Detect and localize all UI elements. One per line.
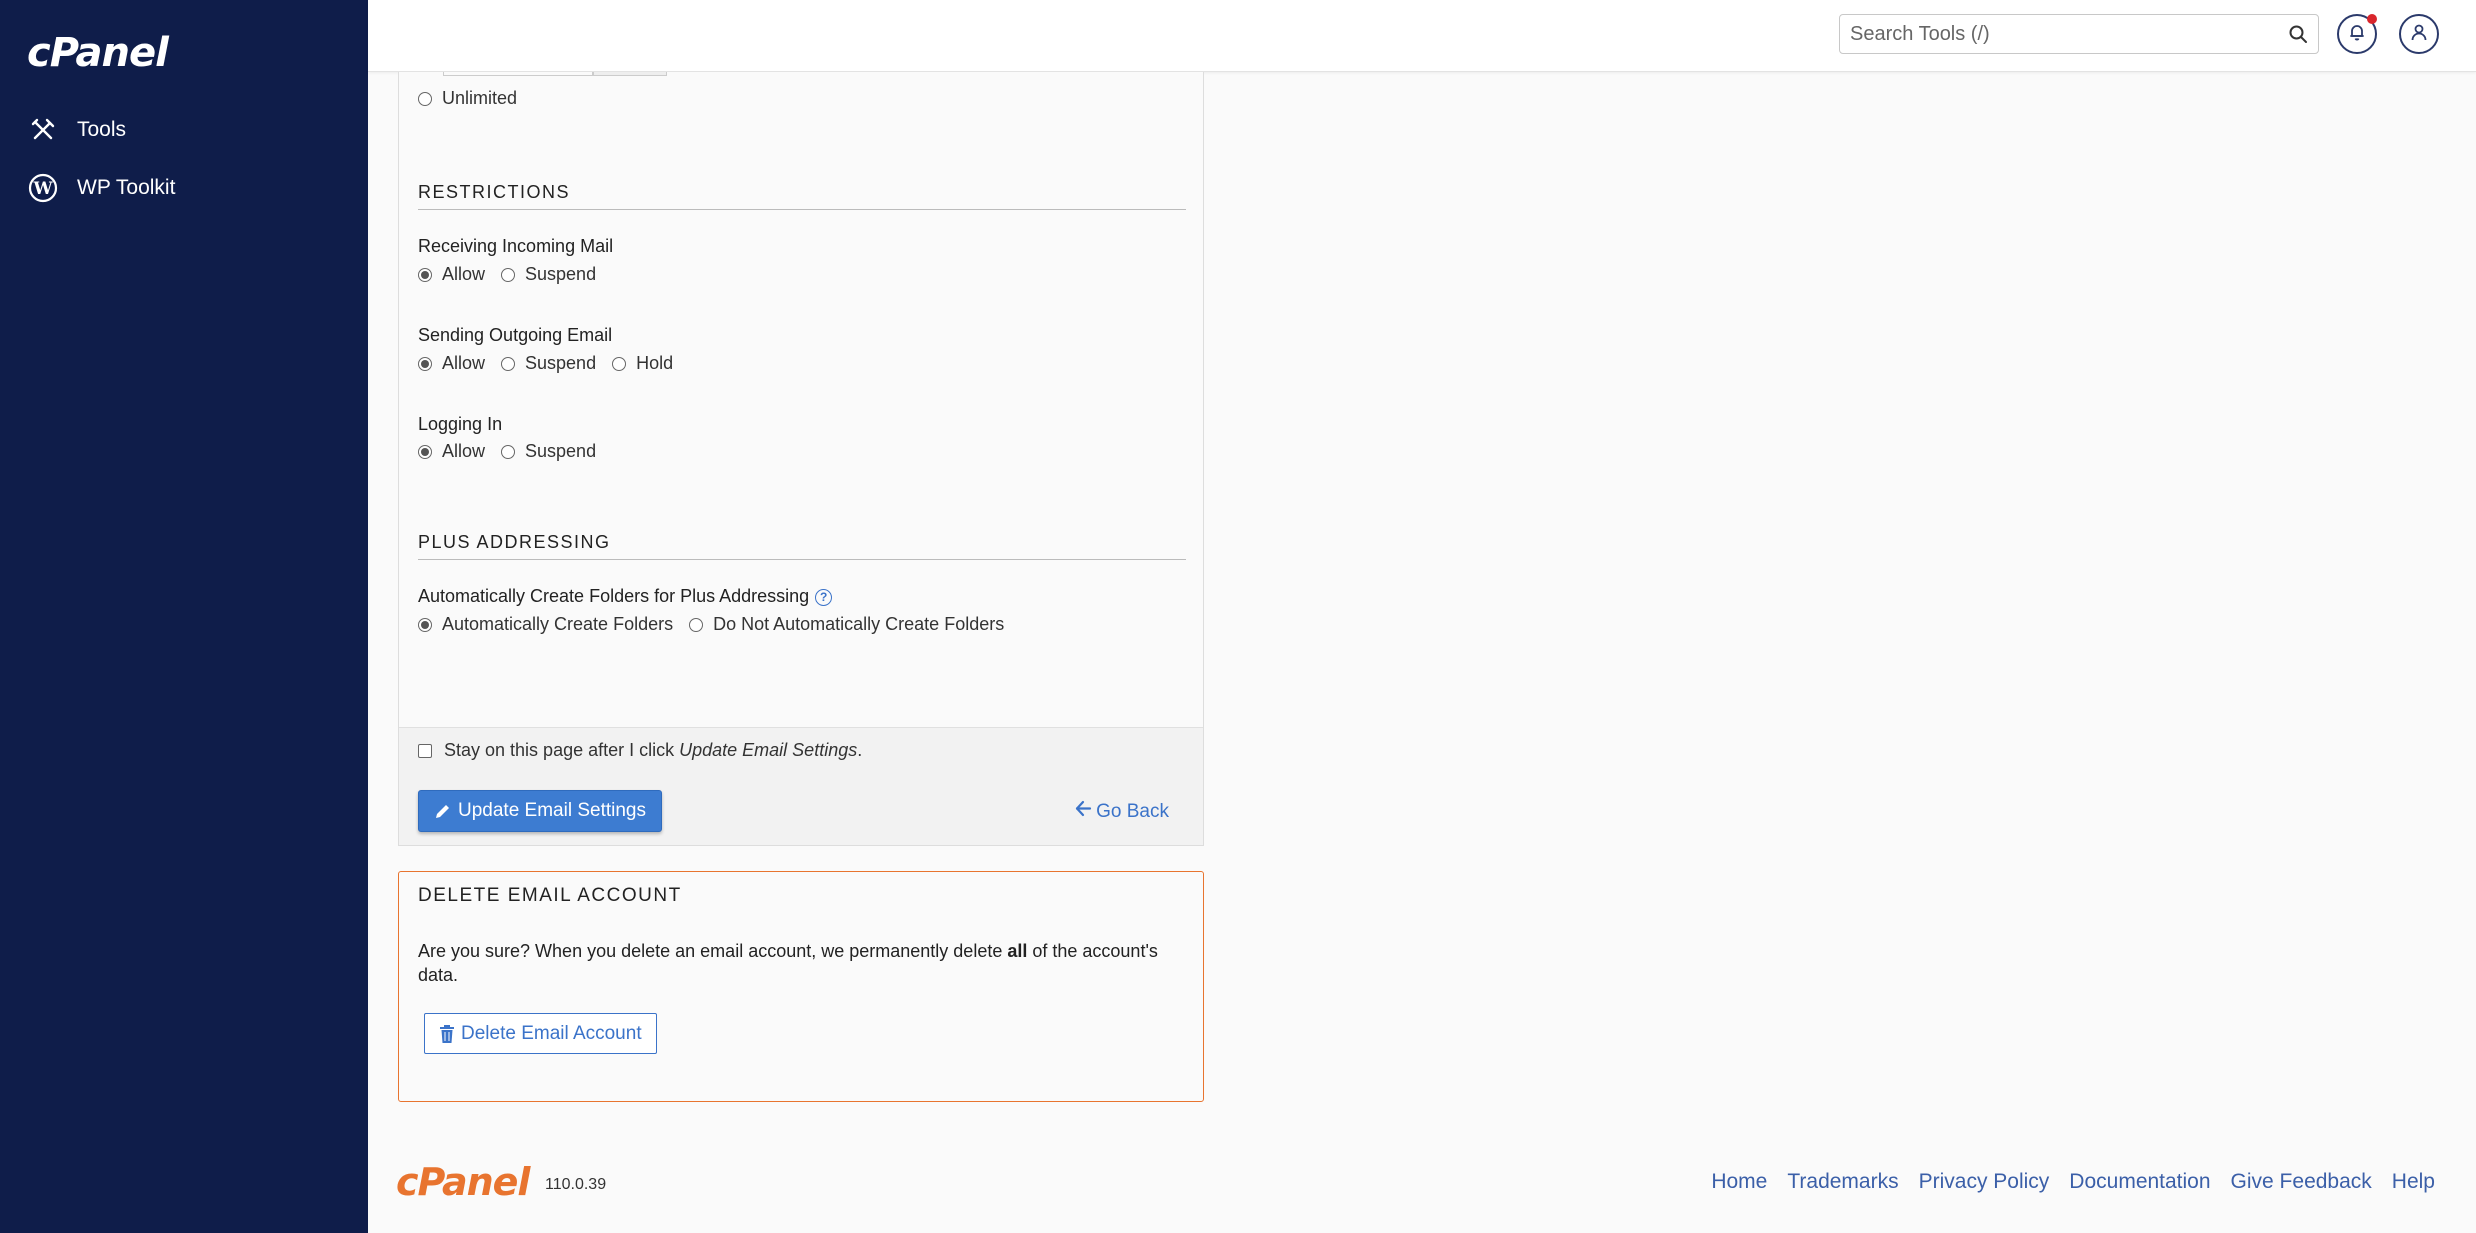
user-icon — [2410, 23, 2428, 46]
wordpress-icon: W — [27, 172, 59, 204]
plus-addressing-heading: PLUS ADDRESSING — [418, 532, 1186, 560]
top-header — [368, 0, 2476, 72]
no-auto-create-folders-radio[interactable]: Do Not Automatically Create Folders — [689, 614, 1004, 635]
sidebar-item-label: Tools — [77, 118, 127, 141]
cpanel-logo[interactable]: cPanel — [27, 30, 169, 76]
arrow-left-icon — [1075, 800, 1092, 823]
footer-links: Home Trademarks Privacy Policy Documenta… — [1691, 1170, 2435, 1194]
login-allow-radio[interactable]: Allow — [418, 441, 485, 462]
unlimited-radio[interactable]: Unlimited — [418, 88, 517, 109]
sending-email-options: Allow Suspend Hold — [418, 353, 689, 374]
notifications-button[interactable] — [2337, 14, 2377, 54]
version-number: 110.0.39 — [545, 1176, 607, 1193]
footer-link-help[interactable]: Help — [2392, 1170, 2435, 1194]
search-icon[interactable] — [2288, 24, 2308, 49]
notification-badge — [2367, 14, 2377, 24]
receiving-allow-radio[interactable]: Allow — [418, 264, 485, 285]
go-back-link[interactable]: Go Back — [1075, 800, 1169, 823]
bell-icon — [2348, 23, 2366, 46]
quota-unit-addon — [593, 72, 667, 76]
sidebar-item-wp-toolkit[interactable]: W WP Toolkit — [27, 166, 175, 210]
footer-link-give-feedback[interactable]: Give Feedback — [2231, 1170, 2372, 1194]
footer-link-privacy-policy[interactable]: Privacy Policy — [1919, 1170, 2050, 1194]
stay-on-page-option[interactable]: Stay on this page after I click Update E… — [418, 740, 862, 761]
logging-in-label: Logging In — [418, 414, 503, 434]
quota-unlimited-row: Unlimited — [418, 88, 533, 109]
receiving-suspend-radio[interactable]: Suspend — [501, 264, 596, 285]
logging-in-options: Allow Suspend — [418, 441, 612, 462]
sending-suspend-radio[interactable]: Suspend — [501, 353, 596, 374]
receiving-mail-label: Receiving Incoming Mail — [418, 236, 614, 256]
help-icon[interactable]: ? — [815, 588, 833, 606]
stay-on-page-label: Stay on this page after I click Update E… — [444, 740, 863, 760]
sending-allow-radio[interactable]: Allow — [418, 353, 485, 374]
email-settings-panel: Unlimited RESTRICTIONS Receiving Incomin… — [398, 72, 1204, 846]
sidebar-item-tools[interactable]: Tools — [27, 108, 126, 152]
footer-link-trademarks[interactable]: Trademarks — [1787, 1170, 1898, 1194]
restrictions-heading: RESTRICTIONS — [418, 182, 1186, 210]
footer-cpanel-logo[interactable]: cPanel — [396, 1160, 530, 1204]
form-actions: Stay on this page after I click Update E… — [399, 727, 1203, 845]
login-suspend-radio[interactable]: Suspend — [501, 441, 596, 462]
delete-warning-text: Are you sure? When you delete an email a… — [418, 941, 1158, 985]
update-email-settings-button[interactable]: Update Email Settings — [418, 790, 662, 832]
footer-link-home[interactable]: Home — [1711, 1170, 1767, 1194]
stay-on-page-checkbox[interactable] — [418, 743, 432, 758]
plus-addressing-options: Automatically Create Folders Do Not Auto… — [418, 614, 1020, 635]
quota-input[interactable] — [443, 72, 593, 76]
sidebar-item-label: WP Toolkit — [77, 176, 176, 199]
auto-create-folders-radio[interactable]: Automatically Create Folders — [418, 614, 673, 635]
plus-addressing-label: Automatically Create Folders for Plus Ad… — [418, 586, 833, 607]
delete-account-panel: DELETE EMAIL ACCOUNT Are you sure? When … — [398, 871, 1204, 1102]
search-box — [1839, 14, 2319, 54]
tools-icon — [27, 114, 59, 146]
sending-hold-radio[interactable]: Hold — [612, 353, 673, 374]
svg-text:W: W — [32, 179, 53, 199]
search-input[interactable] — [1840, 15, 2260, 53]
delete-email-account-button[interactable]: Delete Email Account — [424, 1013, 657, 1054]
sidebar: cPanel Tools W WP Toolkit — [0, 0, 368, 1233]
receiving-mail-options: Allow Suspend — [418, 264, 612, 285]
delete-account-heading: DELETE EMAIL ACCOUNT — [418, 885, 682, 906]
sending-email-label: Sending Outgoing Email — [418, 325, 613, 345]
user-menu-button[interactable] — [2399, 14, 2439, 54]
footer-link-documentation[interactable]: Documentation — [2069, 1170, 2210, 1194]
trash-icon — [439, 1024, 455, 1043]
pencil-icon — [434, 802, 452, 820]
